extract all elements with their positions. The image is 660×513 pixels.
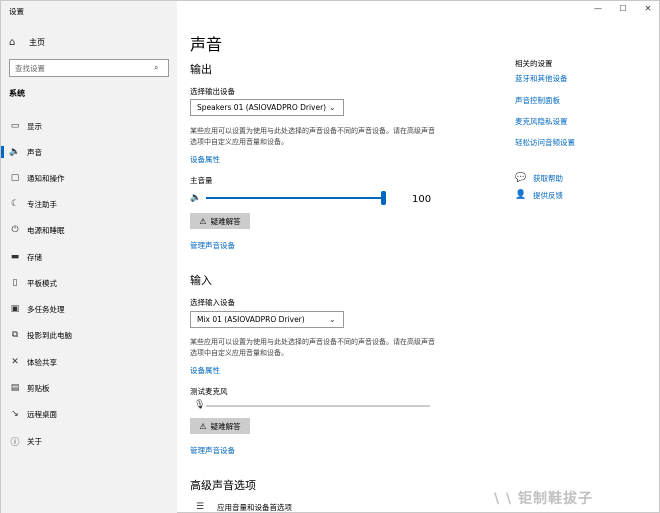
output-description: 某些应用可以设置为使用与此处选择的声音设备不同的声音设备。请在高级声音选项中自定… — [190, 127, 435, 146]
output-device-label: 选择输出设备 — [190, 87, 235, 96]
chevron-down-icon: ⌄ — [329, 103, 336, 112]
give-feedback-label: 提供反馈 — [533, 190, 563, 200]
clipboard-icon: ▤ — [10, 383, 20, 393]
page-title: 声音 — [190, 35, 223, 54]
volume-slider-track[interactable] — [206, 197, 384, 199]
sidebar-item-label: 声音 — [27, 147, 42, 157]
warning-icon: ⚠ — [199, 216, 207, 226]
sidebar-item-4[interactable]: ⏻ 电源和睡眠 — [1, 223, 177, 237]
sidebar-item-label: 远程桌面 — [27, 409, 57, 419]
output-section-title: 输出 — [190, 63, 212, 76]
sidebar-item-label: 专注助手 — [27, 199, 57, 209]
close-button[interactable]: ✕ — [641, 4, 655, 13]
tablet-icon: ▯ — [12, 278, 18, 288]
home-icon: ⌂ — [9, 36, 16, 48]
sidebar-home[interactable]: ⌂ 主页 — [9, 36, 45, 48]
mic-level-meter — [206, 405, 430, 407]
sidebar-item-label: 关于 — [27, 436, 42, 446]
search-icon[interactable]: ⌕ — [154, 63, 168, 73]
output-device-value: Speakers 01 (ASIOVADPRO Driver) — [197, 103, 327, 112]
sidebar-item-12[interactable]: ⓘ 关于 — [1, 434, 177, 448]
sidebar-item-6[interactable]: ▯ 平板模式 — [1, 276, 177, 290]
power-icon: ⏻ — [11, 225, 19, 235]
input-manage-devices-link[interactable]: 管理声音设备 — [190, 445, 235, 456]
sidebar-item-0[interactable]: ▭ 显示 — [1, 119, 177, 133]
sidebar-item-5[interactable]: ▬ 存储 — [1, 250, 177, 264]
input-description: 某些应用可以设置为使用与此处选择的声音设备不同的声音设备。请在高级声音选项中自定… — [190, 338, 435, 357]
speaker-icon: 🔈 — [9, 147, 21, 157]
sidebar-item-2[interactable]: ▢ 通知和操作 — [1, 171, 177, 185]
related-link-mic-privacy[interactable]: 麦克风隐私设置 — [515, 116, 568, 127]
sidebar-home-label: 主页 — [29, 37, 45, 47]
volume-value: 100 — [412, 194, 432, 205]
get-help-link[interactable]: 💬 获取帮助 — [515, 172, 563, 184]
sidebar-item-8[interactable]: ⧉ 投影到此电脑 — [1, 328, 177, 342]
related-link-bluetooth[interactable]: 蓝牙和其他设备 — [515, 73, 568, 84]
sidebar-item-3[interactable]: ☾ 专注助手 — [1, 197, 177, 211]
sidebar-item-10[interactable]: ▤ 剪贴板 — [1, 381, 177, 395]
maximize-button[interactable]: ☐ — [616, 4, 630, 13]
sidebar-item-label: 平板模式 — [27, 278, 57, 288]
project-icon: ⧉ — [11, 330, 19, 340]
chevron-down-icon: ⌄ — [329, 315, 336, 324]
sidebar-item-label: 多任务处理 — [27, 304, 65, 314]
volume-slider-thumb[interactable] — [381, 191, 386, 205]
feedback-icon: 👤 — [515, 190, 527, 200]
minimize-button[interactable]: — — [591, 4, 605, 13]
output-troubleshoot-button[interactable]: ⚠ 疑难解答 — [190, 213, 250, 229]
sidebar-item-label: 投影到此电脑 — [27, 330, 72, 340]
input-troubleshoot-label: 疑难解答 — [210, 421, 241, 431]
master-volume-label: 主音量 — [190, 176, 213, 185]
warning-icon: ⚠ — [199, 421, 207, 431]
sidebar-item-label: 剪贴板 — [27, 383, 50, 393]
sidebar-item-label: 电源和睡眠 — [27, 225, 65, 235]
input-device-dropdown[interactable]: Mix 01 (ASIOVADPRO Driver) ⌄ — [190, 311, 344, 328]
sidebar: 设置 ⌂ 主页 查找设置 ⌕ 系统 ▭ 显示 🔈 声音 ▢ 通知和操作 ☾ 专注助手 ⏻ 电源和睡… — [1, 1, 177, 513]
notification-icon: ▢ — [10, 173, 20, 183]
sidebar-item-label: 显示 — [27, 121, 42, 131]
output-troubleshoot-label: 疑难解答 — [210, 216, 241, 226]
output-device-dropdown[interactable]: Speakers 01 (ASIOVADPRO Driver) ⌄ — [190, 99, 344, 116]
input-section-title: 输入 — [190, 274, 212, 287]
info-icon: ⓘ — [10, 437, 20, 448]
speaker-icon[interactable]: 🔈 — [190, 193, 201, 203]
monitor-icon: ▭ — [10, 121, 20, 131]
sidebar-item-9[interactable]: ✕ 体验共享 — [1, 355, 177, 369]
advanced-section-title: 高级声音选项 — [190, 479, 256, 492]
app-volume-preferences-link[interactable]: 应用音量和设备首选项 — [217, 502, 292, 513]
share-icon: ✕ — [11, 357, 19, 367]
input-device-label: 选择输入设备 — [190, 298, 235, 307]
moon-icon: ☾ — [10, 199, 20, 209]
sidebar-item-label: 体验共享 — [27, 357, 57, 367]
search-box[interactable]: 查找设置 ⌕ — [9, 59, 169, 77]
drive-icon: ▬ — [10, 252, 20, 262]
related-settings-title: 相关的设置 — [515, 59, 553, 68]
sidebar-item-label: 通知和操作 — [27, 173, 65, 183]
settings-window: 设置 ⌂ 主页 查找设置 ⌕ 系统 ▭ 显示 🔈 声音 ▢ 通知和操作 ☾ 专注助手 ⏻ 电源和睡… — [0, 0, 660, 513]
input-device-value: Mix 01 (ASIOVADPRO Driver) — [197, 315, 305, 324]
related-link-accessibility-audio[interactable]: 轻松访问音频设置 — [515, 137, 575, 148]
watermark: \ \ 钜制鞋拔子 — [494, 491, 593, 507]
window-title: 设置 — [9, 7, 24, 16]
test-mic-label: 测试麦克风 — [190, 387, 228, 396]
get-help-label: 获取帮助 — [533, 173, 563, 183]
remote-icon: ↘ — [11, 409, 19, 419]
related-link-sound-control-panel[interactable]: 声音控制面板 — [515, 95, 560, 106]
sidebar-item-1[interactable]: 🔈 声音 — [1, 145, 177, 159]
sidebar-item-11[interactable]: ↘ 远程桌面 — [1, 407, 177, 421]
sidebar-item-label: 存储 — [27, 252, 42, 262]
sidebar-section-label: 系统 — [9, 89, 25, 98]
help-icon: 💬 — [515, 173, 527, 183]
sliders-icon: ☰ — [196, 502, 205, 512]
input-troubleshoot-button[interactable]: ⚠ 疑难解答 — [190, 418, 250, 434]
output-manage-devices-link[interactable]: 管理声音设备 — [190, 240, 235, 251]
output-device-properties-link[interactable]: 设备属性 — [190, 154, 220, 165]
multitask-icon: ▣ — [10, 304, 20, 314]
give-feedback-link[interactable]: 👤 提供反馈 — [515, 189, 563, 201]
input-device-properties-link[interactable]: 设备属性 — [190, 365, 220, 376]
sidebar-item-7[interactable]: ▣ 多任务处理 — [1, 302, 177, 316]
search-input[interactable]: 查找设置 — [15, 63, 154, 74]
microphone-icon: 🎙 — [194, 400, 206, 410]
